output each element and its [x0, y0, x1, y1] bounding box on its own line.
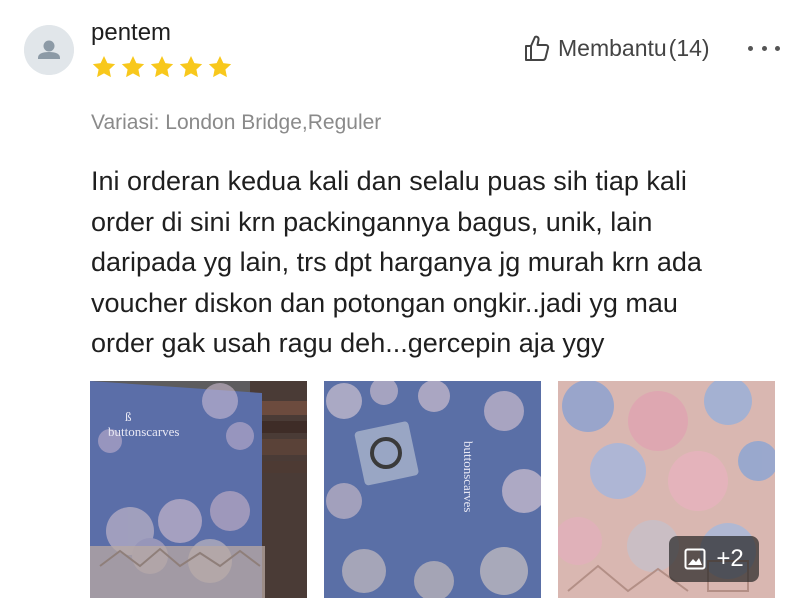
scarf-box-photo: buttonscarves ß: [90, 381, 307, 598]
more-options-button[interactable]: [748, 34, 780, 62]
star-icon: [121, 55, 145, 78]
star-icon: [150, 55, 174, 78]
helpful-count: (14): [668, 34, 710, 61]
review-text: Ini orderan kedua kali dan selalu puas s…: [91, 166, 702, 358]
helpful-label: Membantu: [558, 34, 667, 61]
review-photo[interactable]: +2: [558, 381, 775, 598]
person-icon: [24, 25, 74, 75]
variation-text: Variasi: London Bridge,Reguler: [91, 111, 382, 134]
rating-stars: [91, 54, 233, 80]
more-photos-count: +2: [716, 545, 744, 572]
star-icon: [179, 55, 203, 78]
review-photo[interactable]: buttonscarves: [324, 381, 541, 598]
helpful-button[interactable]: Membantu (14): [524, 34, 710, 62]
brand-text: buttonscarves: [461, 441, 476, 512]
thumbs-up-icon: [525, 35, 550, 61]
review-photo[interactable]: buttonscarves ß: [90, 381, 307, 598]
svg-text:ß: ß: [125, 409, 132, 424]
image-icon: [684, 548, 706, 570]
scarf-box-photo: buttonscarves: [324, 381, 541, 598]
avatar[interactable]: [24, 25, 74, 75]
star-icon: [208, 55, 232, 78]
more-photos-badge[interactable]: +2: [669, 536, 759, 582]
star-icon: [92, 55, 116, 78]
more-dots-icon: [748, 45, 753, 51]
reviewer-name[interactable]: pentem: [91, 19, 171, 47]
brand-text: buttonscarves: [108, 424, 179, 439]
